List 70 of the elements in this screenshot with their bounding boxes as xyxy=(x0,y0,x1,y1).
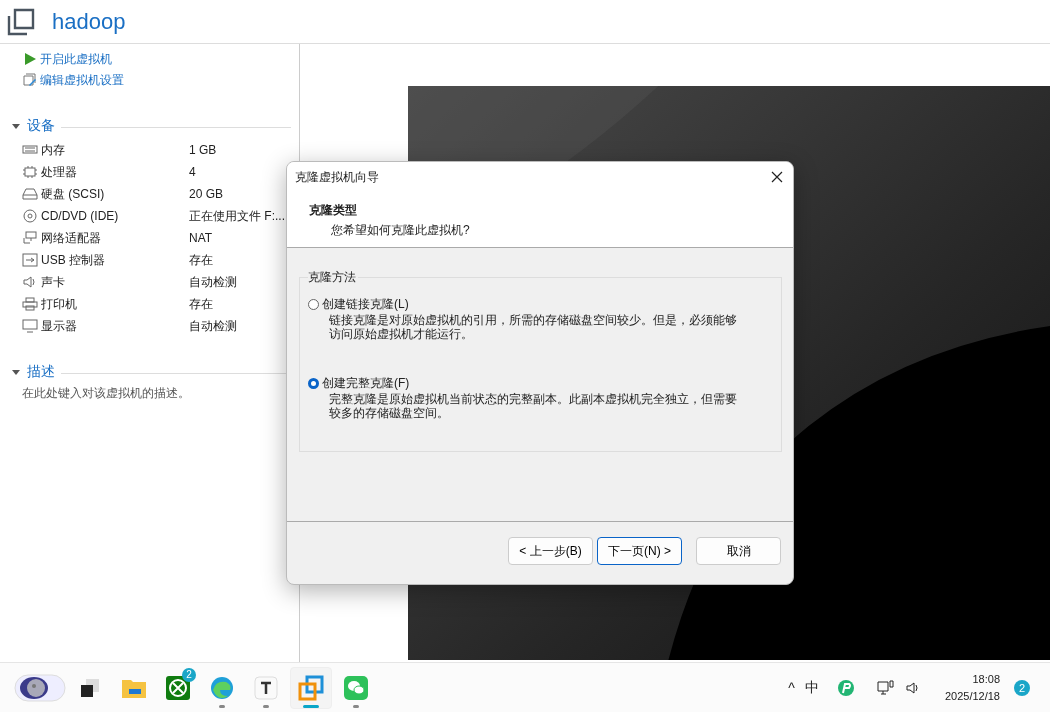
action-link[interactable]: 开启此虚拟机 xyxy=(23,51,112,67)
device-icon xyxy=(22,165,38,179)
device-icon xyxy=(22,253,38,267)
device-value: 1 GB xyxy=(189,143,217,157)
date-text: 2025/12/18 xyxy=(944,688,1000,704)
running-indicator xyxy=(263,704,269,708)
overlapping-squares-icon xyxy=(298,674,324,701)
device-icon xyxy=(22,187,38,201)
clock[interactable]: 18:08 2025/12/18 xyxy=(944,670,1000,705)
device-name: CD/DVD (IDE) xyxy=(41,209,120,223)
task-view-icon xyxy=(79,676,101,699)
play-icon xyxy=(23,52,37,66)
device-name: USB 控制器 xyxy=(41,251,106,269)
device-name: 处理器 xyxy=(41,163,78,181)
device-value: 正在使用文件 F:... xyxy=(189,207,285,225)
window-title: hadoop xyxy=(52,8,126,35)
p-icon[interactable] xyxy=(836,678,855,697)
moon-icon xyxy=(14,673,66,702)
collapse-icon[interactable] xyxy=(11,121,21,131)
page-subheading: 您希望如何克隆此虚拟机? xyxy=(330,222,471,239)
close-icon[interactable] xyxy=(771,171,783,183)
edge-icon xyxy=(210,675,234,700)
device-value: 20 GB xyxy=(189,187,224,201)
network-icon[interactable] xyxy=(876,678,895,697)
action-link[interactable]: 编辑虚拟机设置 xyxy=(23,72,124,88)
collapse-icon[interactable] xyxy=(11,367,21,377)
device-icon xyxy=(22,275,38,289)
vm-icon xyxy=(6,6,36,37)
section-heading: 描述 xyxy=(27,363,55,381)
device-icon xyxy=(22,209,38,223)
device-icon xyxy=(22,143,38,157)
device-value: 自动检测 xyxy=(189,317,237,335)
option-description: 完整克隆是原始虚拟机当前状态的完整副本。此副本虚拟机完全独立，但需要较多的存储磁盘空间。 xyxy=(328,392,738,420)
time-text: 18:08 xyxy=(972,671,1000,687)
device-name: 网络适配器 xyxy=(41,229,102,247)
show-hidden-icons-button[interactable]: ^ xyxy=(788,679,795,696)
volume-icon[interactable] xyxy=(904,679,921,696)
page-heading: 克隆类型 xyxy=(309,202,358,219)
input-method-indicator[interactable]: 中 xyxy=(804,678,819,697)
option-label[interactable]: 创建完整克隆(F) xyxy=(322,375,410,392)
device-icon xyxy=(22,297,38,311)
chat-icon xyxy=(344,675,368,700)
section-heading: 设备 xyxy=(27,117,55,135)
device-name: 硬盘 (SCSI) xyxy=(41,185,106,203)
device-value: 4 xyxy=(189,165,196,179)
dialog-button[interactable]: < 上一步(B) xyxy=(508,537,593,565)
running-indicator xyxy=(219,704,225,708)
device-icon xyxy=(22,231,38,245)
group-label: 克隆方法 xyxy=(308,269,358,286)
option-description: 链接克隆是对原始虚拟机的引用，所需的存储磁盘空间较少。但是，必须能够访问原始虚拟机才能运行。 xyxy=(328,313,738,341)
device-value: 存在 xyxy=(189,251,213,269)
device-name: 内存 xyxy=(41,141,66,159)
radio-button[interactable] xyxy=(308,299,319,310)
dialog-button[interactable]: 取消 xyxy=(696,537,781,565)
edit-icon xyxy=(23,73,37,87)
dialog-button[interactable]: 下一页(N) > xyxy=(597,537,682,565)
device-value: 存在 xyxy=(189,295,213,313)
device-name: 显示器 xyxy=(41,317,78,335)
running-indicator xyxy=(303,704,319,708)
badge: 2 xyxy=(182,667,196,682)
dialog-title: 克隆虚拟机向导 xyxy=(295,168,379,186)
running-indicator xyxy=(353,704,359,708)
device-value: NAT xyxy=(189,231,213,245)
option-label[interactable]: 创建链接克隆(L) xyxy=(322,296,409,313)
device-icon xyxy=(22,319,38,333)
text-editor-icon xyxy=(254,675,278,700)
device-name: 声卡 xyxy=(41,273,66,291)
device-name: 打印机 xyxy=(41,295,78,313)
device-value: 自动检测 xyxy=(189,273,237,291)
radio-button[interactable] xyxy=(308,378,319,389)
